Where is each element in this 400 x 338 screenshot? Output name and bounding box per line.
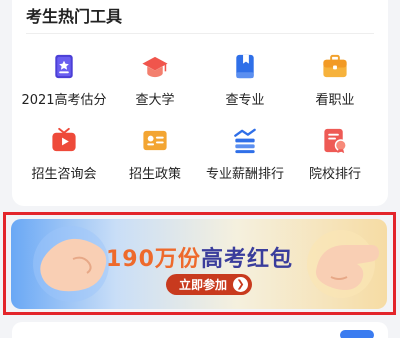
join-now-button[interactable]: 立即参加 ❯ — [166, 274, 252, 295]
tool-label: 院校排行 — [308, 167, 361, 182]
salary-chart-icon — [234, 128, 256, 154]
gaokao-red-packet-banner[interactable]: 190万份高考红包 立即参加 ❯ — [11, 219, 387, 309]
bookmark-book-icon — [236, 54, 254, 79]
cta-label: 立即参加 — [179, 278, 228, 292]
headline-number: 190万份 — [106, 247, 201, 272]
id-card-icon — [143, 130, 167, 151]
banner-headline: 190万份高考红包 — [106, 241, 293, 273]
section-title: 考生热门工具 — [26, 7, 123, 26]
tool-university-ranking[interactable]: 院校排行 — [288, 126, 382, 182]
card-tag — [340, 330, 374, 338]
chevron-right-icon: ❯ — [233, 277, 248, 292]
tool-search-university[interactable]: 查大学 — [108, 52, 202, 108]
headline-text: 高考红包 — [200, 247, 293, 272]
tool-enrollment-policy[interactable]: 招生政策 — [108, 126, 202, 182]
divider — [26, 33, 374, 34]
tool-search-major[interactable]: 查专业 — [198, 52, 292, 108]
hot-tools-card: 考生热门工具 2021高考估分 查大学 查专业 看职业 招生咨询会 招生政策 专… — [12, 0, 388, 206]
next-card — [12, 322, 388, 338]
graduation-cap-icon — [142, 56, 168, 78]
tool-label: 2021高考估分 — [21, 93, 107, 108]
tool-label: 查大学 — [135, 93, 175, 108]
tool-label: 专业薪酬排行 — [205, 167, 284, 182]
tool-label: 看职业 — [315, 93, 355, 108]
tool-label: 招生政策 — [128, 167, 181, 182]
video-tv-icon — [52, 127, 76, 152]
tool-score-estimate[interactable]: 2021高考估分 — [17, 52, 111, 108]
tool-enrollment-consultation[interactable]: 招生咨询会 — [17, 126, 111, 182]
tool-label: 招生咨询会 — [31, 167, 97, 182]
certificate-icon — [324, 128, 347, 154]
briefcase-icon — [323, 54, 347, 78]
tool-view-careers[interactable]: 看职业 — [288, 52, 382, 108]
tool-major-salary-ranking[interactable]: 专业薪酬排行 — [198, 126, 292, 182]
score-estimate-icon — [55, 54, 73, 79]
tool-label: 查专业 — [225, 93, 265, 108]
